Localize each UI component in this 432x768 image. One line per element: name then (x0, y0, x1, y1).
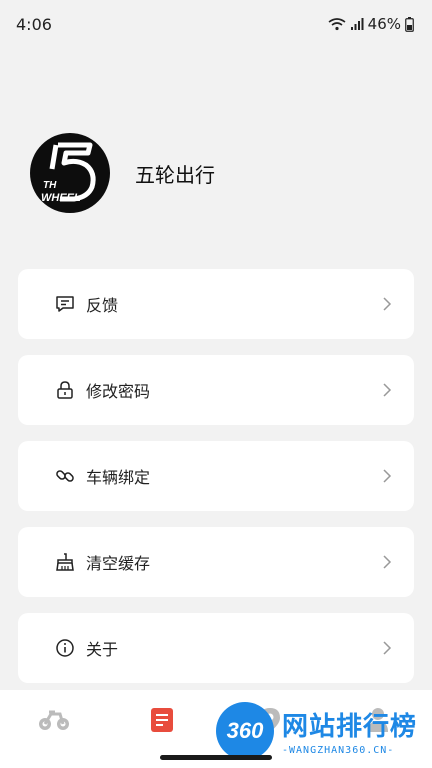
status-time: 4:06 (16, 14, 52, 34)
status-icons: 46% (328, 15, 414, 33)
link-icon (54, 465, 76, 487)
chevron-right-icon (380, 555, 394, 569)
menu-item-feedback[interactable]: 反馈 (18, 269, 414, 339)
tab-ride[interactable] (34, 706, 74, 738)
watermark-subtitle: -WANGZHAN360.CN- (282, 745, 395, 756)
tab-orders[interactable] (142, 706, 182, 738)
feedback-icon (54, 293, 76, 315)
document-icon (150, 707, 174, 737)
profile-header: TH WHEEL 五轮出行 (30, 132, 215, 214)
wifi-icon (328, 17, 346, 31)
menu-item-label: 清空缓存 (86, 554, 151, 573)
watermark-text: 网站排行榜 -WANGZHAN360.CN- (282, 706, 417, 756)
app-name: 五轮出行 (135, 162, 215, 187)
chevron-right-icon (380, 383, 394, 397)
info-icon (54, 637, 76, 659)
menu-item-label: 反馈 (86, 296, 119, 315)
signal-icon (350, 17, 364, 31)
menu-item-label: 车辆绑定 (86, 468, 151, 487)
watermark-title: 网站排行榜 (282, 712, 418, 742)
home-indicator[interactable] (160, 755, 272, 760)
settings-menu: 反馈 修改密码 车辆绑定 清空缓存 关于 (18, 269, 414, 683)
menu-item-label: 修改密码 (86, 382, 151, 401)
app-logo: TH WHEEL (30, 133, 110, 213)
lock-icon (54, 379, 76, 401)
menu-item-label: 关于 (86, 640, 119, 659)
menu-item-clear-cache[interactable]: 清空缓存 (18, 527, 414, 597)
battery-icon (405, 16, 414, 32)
chevron-right-icon (380, 469, 394, 483)
logo-text-bottom: WHEEL (41, 192, 81, 204)
chevron-right-icon (380, 297, 394, 311)
watermark-badge: 360 (216, 702, 274, 760)
logo-text-top: TH (43, 180, 57, 191)
menu-item-about[interactable]: 关于 (18, 613, 414, 683)
broom-icon (54, 551, 76, 573)
bicycle-icon (38, 709, 70, 735)
chevron-right-icon (380, 641, 394, 655)
status-bar: 4:06 46% (0, 0, 432, 48)
menu-item-change-password[interactable]: 修改密码 (18, 355, 414, 425)
battery-percent: 46% (367, 15, 401, 33)
menu-item-vehicle-binding[interactable]: 车辆绑定 (18, 441, 414, 511)
